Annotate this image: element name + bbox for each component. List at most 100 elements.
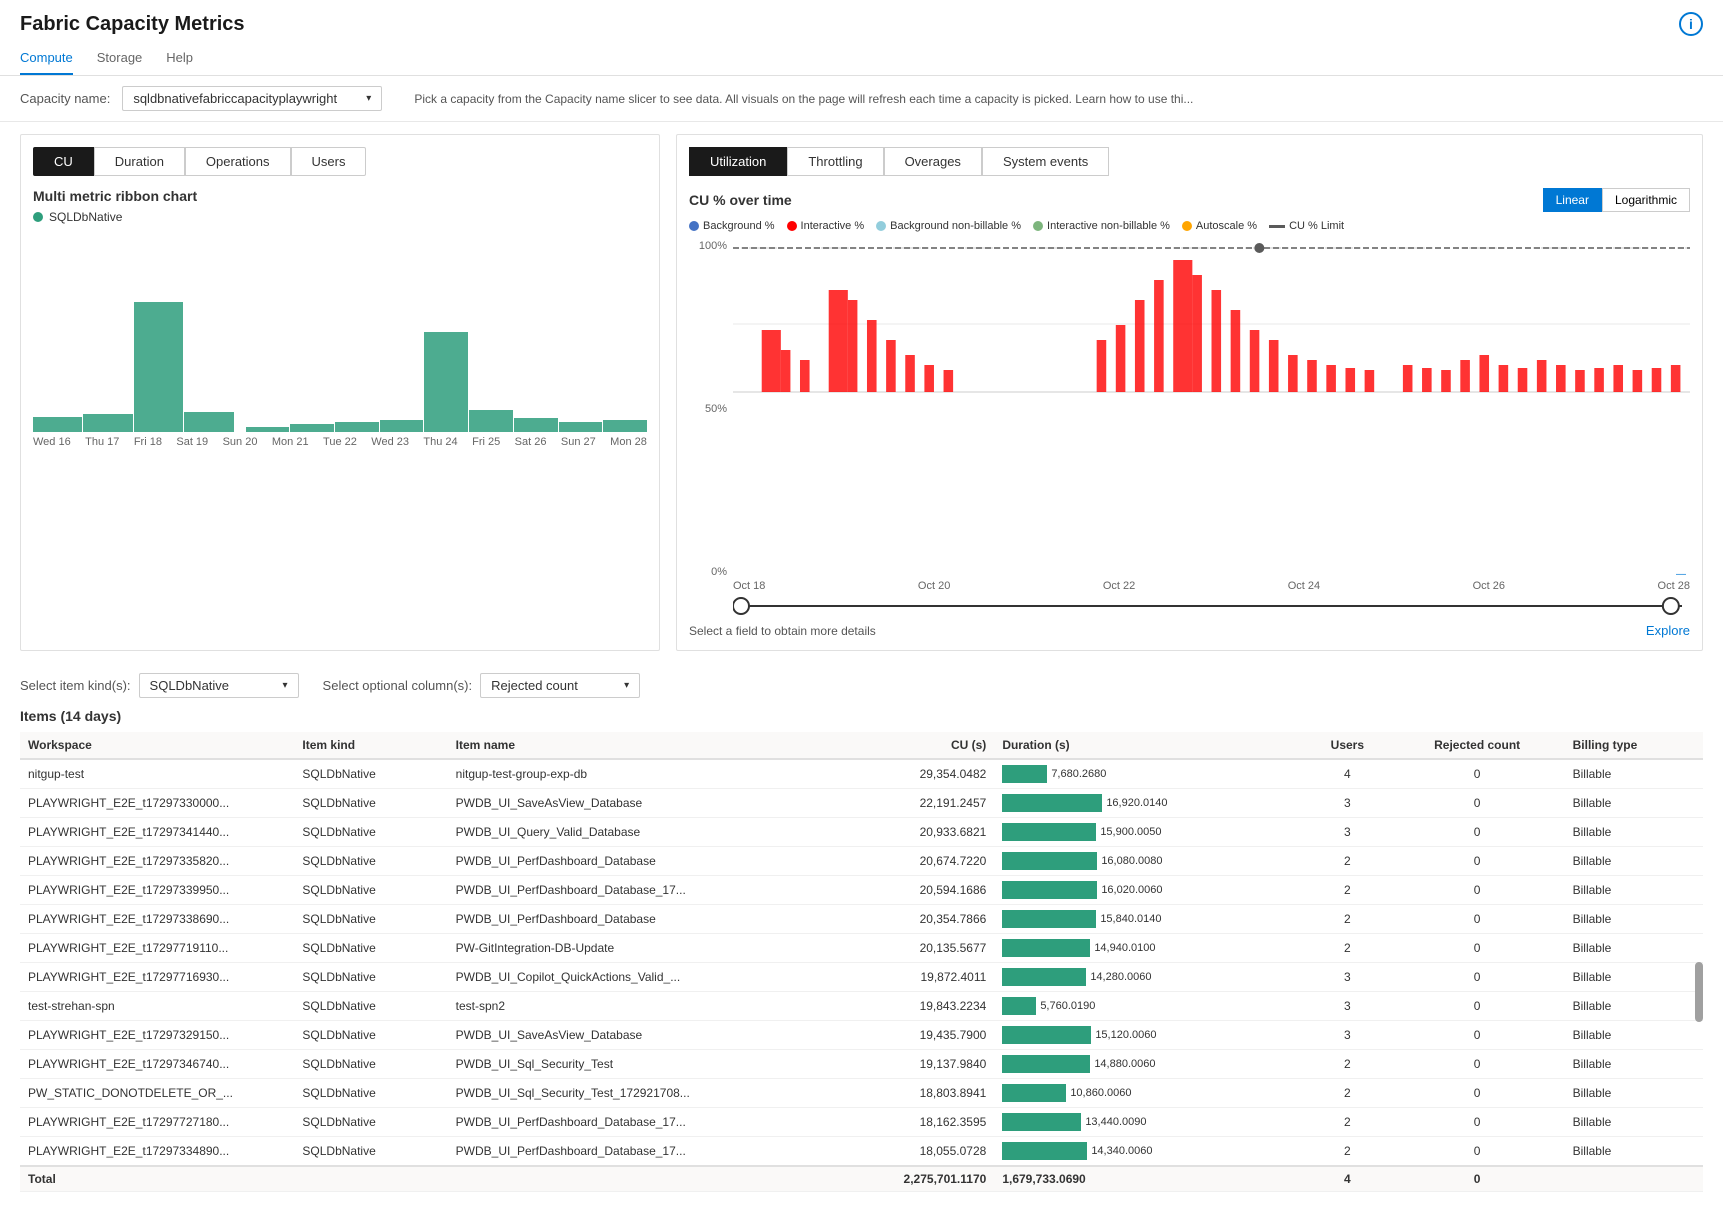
x-label-oct22: Oct 22 — [1103, 580, 1135, 592]
right-tab-system-events[interactable]: System events — [982, 147, 1109, 176]
total-duration: 1,679,733.0690 — [994, 1166, 1305, 1192]
x-label: Wed 16 — [33, 436, 71, 448]
cell-workspace: PLAYWRIGHT_E2E_t17297341440... — [20, 818, 294, 847]
legend-row: Background % Interactive % Background no… — [689, 220, 1690, 232]
x-label-oct18: Oct 18 — [733, 580, 765, 592]
cell-rejected: 0 — [1390, 1079, 1565, 1108]
cell-rejected: 0 — [1390, 992, 1565, 1021]
total-empty-name — [448, 1166, 825, 1192]
cell-item-name: PWDB_UI_PerfDashboard_Database_17... — [448, 1137, 825, 1167]
cell-duration: 14,340.0060 — [994, 1137, 1305, 1167]
cell-users: 2 — [1305, 1137, 1390, 1167]
cell-billing: Billable — [1565, 1108, 1703, 1137]
info-icon[interactable]: i — [1679, 12, 1703, 36]
cell-billing: Billable — [1565, 1137, 1703, 1167]
total-empty-kind — [294, 1166, 447, 1192]
cell-item-name: PWDB_UI_Sql_Security_Test_172921708... — [448, 1079, 825, 1108]
cell-item-name: PWDB_UI_Query_Valid_Database — [448, 818, 825, 847]
capacity-dropdown[interactable]: sqldbnativefabriccapacityplaywright ▾ — [122, 86, 382, 111]
table-row: PLAYWRIGHT_E2E_t17297334890... SQLDbNati… — [20, 1137, 1703, 1167]
y-label-50: 50% — [705, 403, 727, 415]
nav-tab-storage[interactable]: Storage — [97, 44, 143, 75]
cell-duration: 5,760.0190 — [994, 992, 1305, 1021]
tab-cu[interactable]: CU — [33, 147, 94, 176]
bar-group-2 — [246, 332, 647, 432]
right-tab-utilization[interactable]: Utilization — [689, 147, 787, 176]
x-label: Mon 21 — [272, 436, 309, 448]
cell-workspace: PLAYWRIGHT_E2E_t17297719110... — [20, 934, 294, 963]
column-dropdown[interactable]: Rejected count ▾ — [480, 673, 640, 698]
time-range-slider — [733, 596, 1690, 619]
legend-label-bg-nonbillable: Background non-billable % — [890, 220, 1021, 232]
cell-rejected: 0 — [1390, 1137, 1565, 1167]
ribbon-chart: Wed 16 Thu 17 Fri 18 Sat 19 Sun 20 Mon 2… — [33, 232, 647, 638]
col-item-name: Item name — [448, 732, 825, 759]
cell-item-name: test-spn2 — [448, 992, 825, 1021]
right-tab-throttling[interactable]: Throttling — [787, 147, 883, 176]
total-users: 4 — [1305, 1166, 1390, 1192]
table-row: PLAYWRIGHT_E2E_t17297335820... SQLDbNati… — [20, 847, 1703, 876]
scale-buttons: Linear Logarithmic — [1543, 188, 1690, 212]
duration-value: 16,020.0060 — [1101, 884, 1162, 896]
duration-bar-visual — [1002, 1113, 1081, 1131]
chart-bar — [33, 417, 82, 432]
cell-item-kind: SQLDbNative — [294, 1108, 447, 1137]
chart-bar — [134, 302, 183, 432]
cell-workspace: PLAYWRIGHT_E2E_t17297334890... — [20, 1137, 294, 1167]
legend-label-autoscale: Autoscale % — [1196, 220, 1257, 232]
right-tab-overages[interactable]: Overages — [884, 147, 982, 176]
explore-link[interactable]: Explore — [1646, 623, 1690, 638]
nav-tab-help[interactable]: Help — [166, 44, 193, 75]
cell-cu: 18,162.3595 — [825, 1108, 994, 1137]
scrollbar[interactable] — [1695, 962, 1703, 1022]
table-row: PLAYWRIGHT_E2E_t17297330000... SQLDbNati… — [20, 789, 1703, 818]
x-labels: Wed 16 Thu 17 Fri 18 Sat 19 Sun 20 Mon 2… — [33, 432, 647, 448]
tab-duration[interactable]: Duration — [94, 147, 185, 176]
duration-bar-visual — [1002, 1142, 1087, 1160]
duration-value: 14,880.0060 — [1094, 1058, 1155, 1070]
duration-bar-visual — [1002, 1055, 1090, 1073]
cell-item-kind: SQLDbNative — [294, 1137, 447, 1167]
tab-users[interactable]: Users — [291, 147, 367, 176]
table-row: PLAYWRIGHT_E2E_t17297339950... SQLDbNati… — [20, 876, 1703, 905]
scale-btn-linear[interactable]: Linear — [1543, 188, 1602, 212]
cell-item-kind: SQLDbNative — [294, 789, 447, 818]
nav-tab-compute[interactable]: Compute — [20, 44, 73, 75]
cu-chart-svg — [733, 240, 1690, 400]
chart-legend-label: SQLDbNative — [49, 210, 122, 224]
cell-cu: 20,135.5677 — [825, 934, 994, 963]
data-table: Workspace Item kind Item name CU (s) Dur… — [20, 732, 1703, 1192]
cell-billing: Billable — [1565, 1050, 1703, 1079]
table-row: PLAYWRIGHT_E2E_t17297329150... SQLDbNati… — [20, 1021, 1703, 1050]
cell-users: 3 — [1305, 1021, 1390, 1050]
cell-rejected: 0 — [1390, 905, 1565, 934]
cell-billing: Billable — [1565, 963, 1703, 992]
col-workspace: Workspace — [20, 732, 294, 759]
col-rejected: Rejected count — [1390, 732, 1565, 759]
item-kind-dropdown[interactable]: SQLDbNative ▾ — [139, 673, 299, 698]
legend-label-cu-limit: CU % Limit — [1289, 220, 1344, 232]
cell-cu: 20,674.7220 — [825, 847, 994, 876]
col-duration: Duration (s) — [994, 732, 1305, 759]
chart-bar — [469, 410, 513, 432]
duration-value: 7,680.2680 — [1051, 768, 1106, 780]
x-label: Mon 28 — [610, 436, 647, 448]
cell-item-name: PWDB_UI_SaveAsView_Database — [448, 1021, 825, 1050]
duration-value: 13,440.0090 — [1085, 1116, 1146, 1128]
scale-btn-logarithmic[interactable]: Logarithmic — [1602, 188, 1690, 212]
cell-rejected: 0 — [1390, 1050, 1565, 1079]
cell-billing: Billable — [1565, 876, 1703, 905]
x-label: Fri 18 — [134, 436, 162, 448]
legend-item-bg-nonbillable: Background non-billable % — [876, 220, 1021, 232]
table-row: PLAYWRIGHT_E2E_t17297727180... SQLDbNati… — [20, 1108, 1703, 1137]
cell-users: 3 — [1305, 963, 1390, 992]
cell-rejected: 0 — [1390, 847, 1565, 876]
duration-bar-visual — [1002, 968, 1086, 986]
tab-operations[interactable]: Operations — [185, 147, 291, 176]
cell-users: 4 — [1305, 759, 1390, 789]
column-filter: Select optional column(s): Rejected coun… — [323, 673, 641, 698]
duration-bar-visual — [1002, 997, 1036, 1015]
x-label: Sat 19 — [176, 436, 208, 448]
duration-value: 15,120.0060 — [1095, 1029, 1156, 1041]
cell-duration: 16,080.0080 — [994, 847, 1305, 876]
